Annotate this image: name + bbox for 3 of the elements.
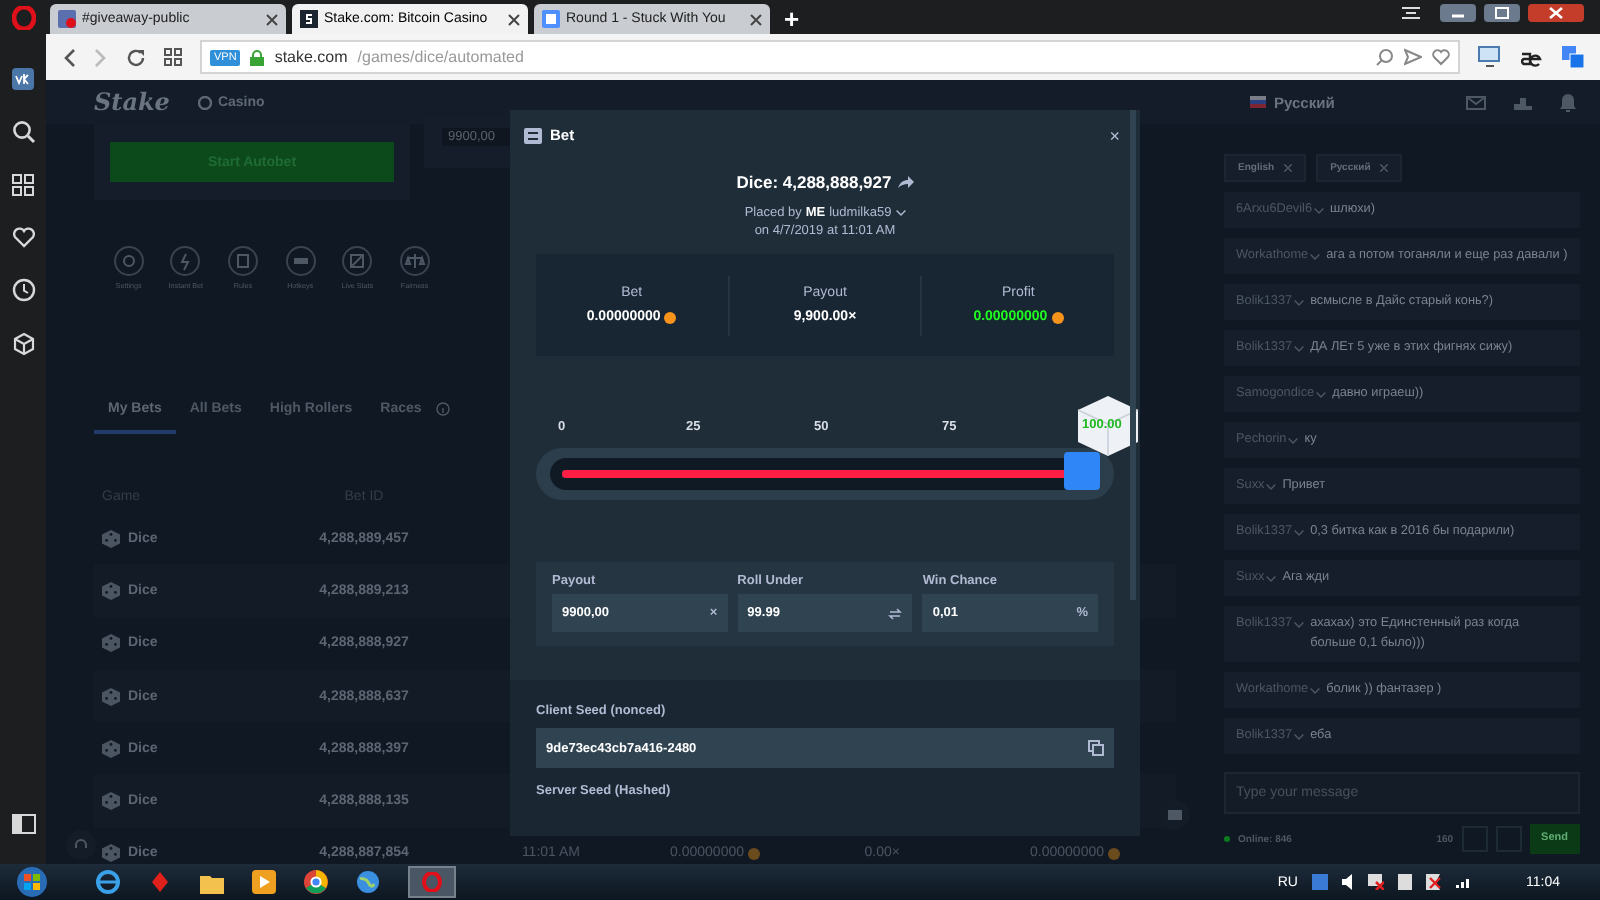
url-host: stake.com [274, 48, 348, 66]
bet-title: Dice: 4,288,888,927 [736, 172, 892, 192]
url-path: /games/dice/automated [357, 48, 524, 66]
